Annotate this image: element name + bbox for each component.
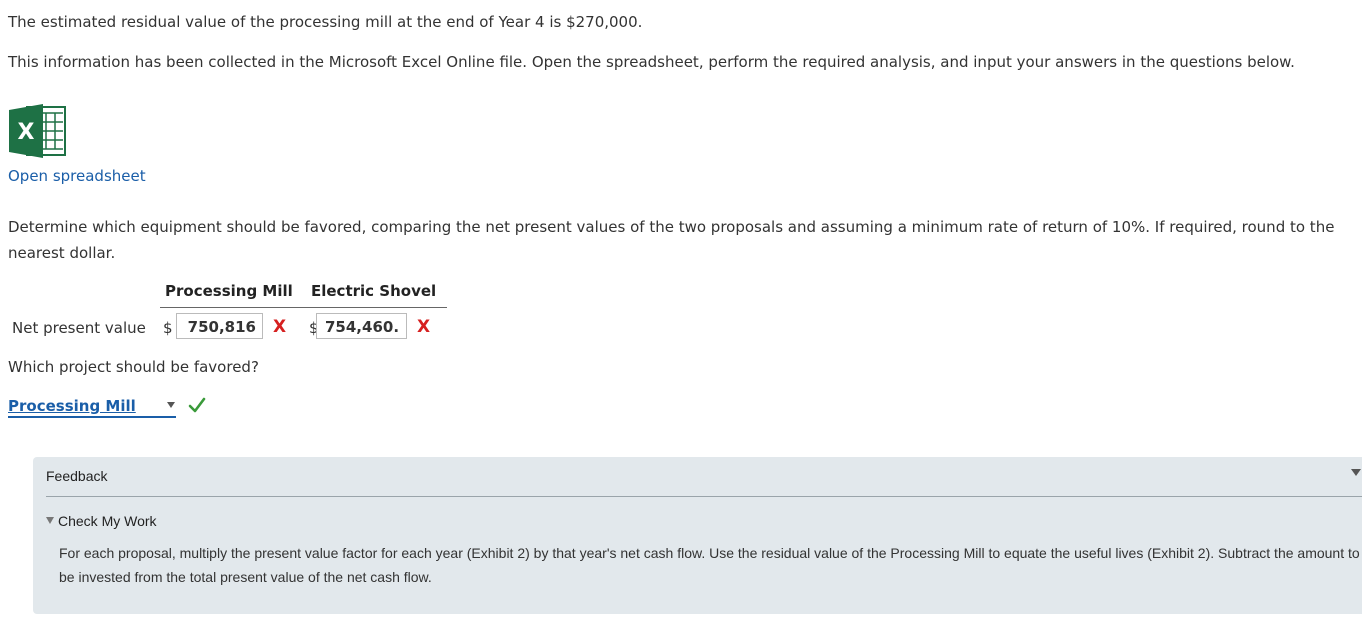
- triangle-down-icon: [46, 517, 54, 524]
- feedback-divider: [46, 496, 1362, 497]
- check-my-work-toggle[interactable]: Check My Work: [46, 511, 157, 531]
- incorrect-icon: X: [273, 317, 287, 337]
- feedback-text: For each proposal, multiply the present …: [59, 545, 1360, 585]
- collapse-toggle-icon[interactable]: [1351, 469, 1361, 476]
- incorrect-icon: X: [417, 317, 431, 337]
- chevron-down-icon: [167, 402, 175, 408]
- check-my-work-label: Check My Work: [58, 513, 157, 529]
- page: The estimated residual value of the proc…: [0, 0, 1362, 622]
- excel-icon[interactable]: X: [9, 104, 67, 158]
- processing-mill-npv-input[interactable]: 750,816: [176, 313, 263, 339]
- feedback-panel: Feedback Check My Work For each proposal…: [33, 457, 1362, 614]
- column-header-electric-shovel: Electric Shovel: [311, 282, 437, 300]
- favored-question-label: Which project should be favored?: [8, 358, 259, 376]
- excel-icon-letter: X: [18, 120, 35, 145]
- favored-project-select[interactable]: Processing Mill: [8, 394, 176, 418]
- header-divider: [160, 307, 447, 308]
- residual-value-text: The estimated residual value of the proc…: [8, 13, 643, 31]
- excel-info-text: This information has been collected in t…: [8, 53, 1295, 71]
- correct-check-icon: [188, 397, 206, 413]
- column-header-processing-mill: Processing Mill: [165, 282, 293, 300]
- electric-shovel-npv-input[interactable]: 754,460.: [316, 313, 407, 339]
- feedback-title: Feedback: [46, 468, 108, 484]
- net-present-value-label: Net present value: [12, 319, 146, 337]
- question-instructions: Determine which equipment should be favo…: [8, 218, 1335, 262]
- currency-symbol: $: [163, 319, 173, 337]
- open-spreadsheet-link[interactable]: Open spreadsheet: [8, 163, 146, 189]
- favored-project-selected-value: Processing Mill: [8, 397, 136, 415]
